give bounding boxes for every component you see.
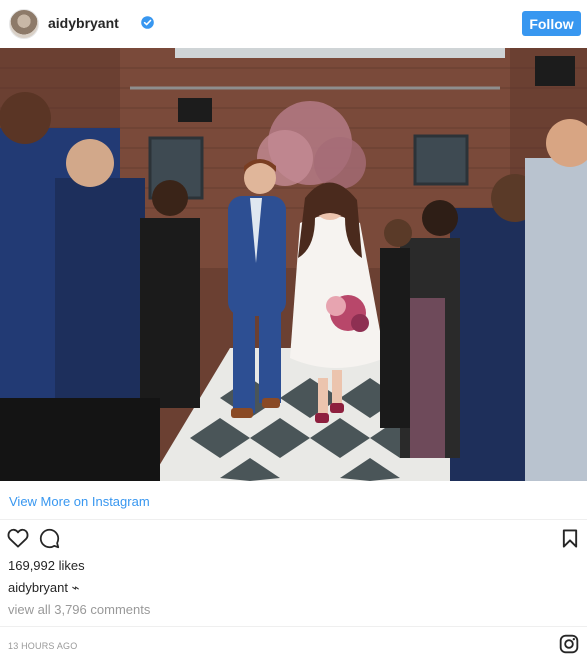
comment-icon[interactable] [39, 528, 60, 549]
username-link[interactable]: aidybryant [48, 15, 119, 31]
instagram-logo-icon[interactable] [559, 634, 579, 654]
follow-button[interactable]: Follow [522, 11, 581, 36]
caption: aidybryant ⌁ [8, 580, 79, 596]
avatar[interactable] [9, 9, 39, 39]
instagram-embed: aidybryant Follow View More on Instagram… [0, 0, 587, 662]
heart-icon[interactable] [7, 528, 29, 548]
caption-username[interactable]: aidybryant [8, 580, 68, 595]
caption-emoji: ⌁ [71, 580, 80, 595]
view-more-link[interactable]: View More on Instagram [9, 494, 150, 509]
post-photo[interactable] [0, 48, 587, 481]
wedding-photo [0, 48, 587, 481]
bookmark-icon[interactable] [562, 529, 578, 548]
view-comments-link[interactable]: view all 3,796 comments [8, 602, 150, 617]
post-header: aidybryant Follow [0, 0, 587, 48]
divider [0, 626, 587, 627]
divider [0, 519, 587, 520]
timestamp: 13 HOURS AGO [8, 641, 78, 651]
likes-count: 169,992 likes [8, 558, 85, 573]
verified-badge-icon [141, 16, 154, 29]
